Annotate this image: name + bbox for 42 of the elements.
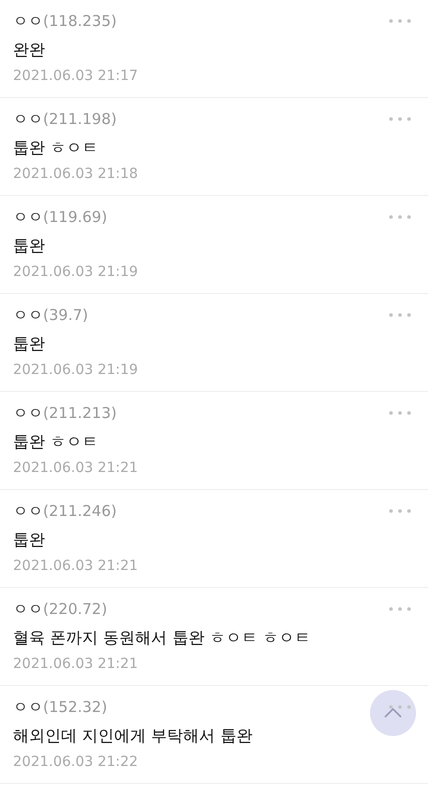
more-options-icon[interactable] — [389, 411, 411, 415]
author-name: ㅇㅇ — [13, 500, 43, 522]
author-name: ㅇㅇ — [13, 206, 43, 228]
comment-date: 2021.06.03 21:21 — [13, 655, 139, 674]
author-name: ㅇㅇ — [13, 402, 43, 424]
more-options-icon[interactable] — [389, 705, 411, 709]
comment-text: 해외인데 지인에게 부탁해서 툽완 — [13, 725, 254, 747]
more-options-icon[interactable] — [389, 19, 411, 23]
comment-date: 2021.06.03 21:19 — [13, 361, 139, 380]
more-options-icon[interactable] — [389, 509, 411, 513]
comment-text: 툽완 ㅎㅇㅌ — [13, 431, 100, 453]
comment-date: 2021.06.03 21:22 — [13, 753, 139, 772]
more-options-icon[interactable] — [389, 215, 411, 219]
author-name: ㅇㅇ — [13, 10, 43, 32]
scroll-to-top-button[interactable] — [370, 690, 416, 736]
author-name: ㅇㅇ — [13, 598, 43, 620]
comment-date: 2021.06.03 21:17 — [13, 67, 139, 86]
author-ip: (39.7) — [43, 304, 88, 326]
author-ip: (211.213) — [43, 402, 117, 424]
author-ip: (152.32) — [43, 696, 108, 718]
more-options-icon[interactable] — [389, 607, 411, 611]
comment-date: 2021.06.03 21:21 — [13, 557, 139, 576]
comment-text: 툽완 — [13, 235, 46, 257]
comment-date: 2021.06.03 21:21 — [13, 459, 139, 478]
author-name: ㅇㅇ — [13, 304, 43, 326]
author-ip: (119.69) — [43, 206, 108, 228]
comment-text: 툽완 ㅎㅇㅌ — [13, 137, 100, 159]
author-ip: (211.198) — [43, 108, 117, 130]
comment-text: 완완 — [13, 39, 46, 61]
comment-date: 2021.06.03 21:18 — [13, 165, 139, 184]
caret-up-icon — [384, 708, 402, 718]
comment-date: 2021.06.03 21:19 — [13, 263, 139, 282]
comment-text: 툽완 — [13, 529, 46, 551]
more-options-icon[interactable] — [389, 117, 411, 121]
comment-text: 혈육 폰까지 동원해서 툽완 ㅎㅇㅌ ㅎㅇㅌ — [13, 627, 312, 649]
author-ip: (118.235) — [43, 10, 117, 32]
author-name: ㅇㅇ — [13, 108, 43, 130]
author-name: ㅇㅇ — [13, 696, 43, 718]
author-ip: (220.72) — [43, 598, 108, 620]
comment-text: 툽완 — [13, 333, 46, 355]
author-ip: (211.246) — [43, 500, 117, 522]
more-options-icon[interactable] — [389, 313, 411, 317]
